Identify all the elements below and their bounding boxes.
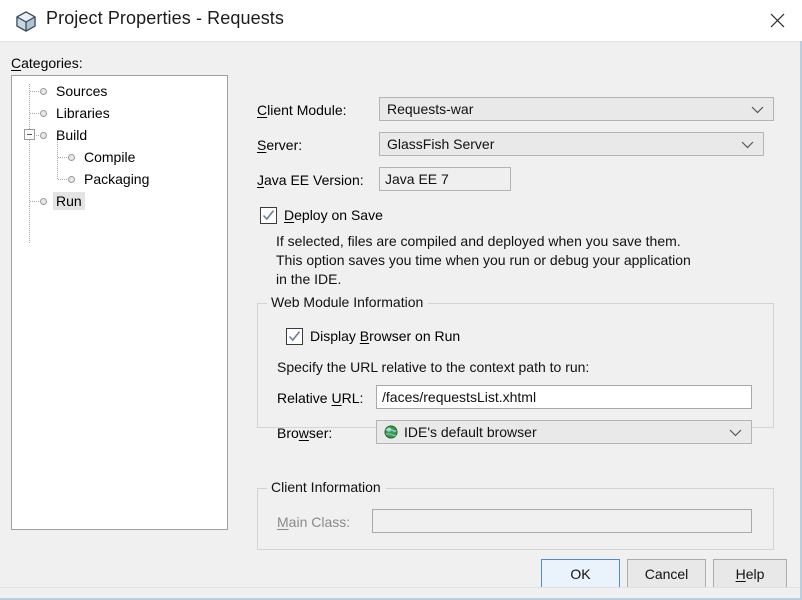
chevron-down-icon <box>741 136 754 152</box>
display-browser-checkbox[interactable] <box>286 328 303 345</box>
tree-item-label: Build <box>56 127 88 143</box>
tree-item-build[interactable]: Build <box>12 124 227 146</box>
relative-url-label: Relative URL: <box>277 390 364 406</box>
tree-node-icon <box>40 109 47 117</box>
client-module-value: Requests-war <box>387 101 474 117</box>
project-cube-icon <box>14 9 38 33</box>
java-ee-version-value: Java EE 7 <box>385 171 449 187</box>
tree-connector <box>30 91 39 92</box>
tree-item-packaging[interactable]: Packaging <box>12 168 227 190</box>
java-ee-version-label: Java EE Version: <box>257 172 364 188</box>
tree-collapse-icon[interactable] <box>24 129 35 140</box>
cancel-button[interactable]: Cancel <box>627 559 706 588</box>
tree-item-label: Run <box>53 192 85 210</box>
client-information-group-title: Client Information <box>267 479 386 495</box>
tree-node-icon <box>68 153 75 161</box>
title-bar: Project Properties - Requests <box>0 0 802 41</box>
settings-pane: Client Module: Requests-war Server: Glas… <box>243 75 788 550</box>
categories-tree[interactable]: Sources Libraries Build Compile Packagin… <box>11 75 228 530</box>
chevron-down-icon <box>751 101 764 117</box>
relative-url-value: /faces/requestsList.xhtml <box>382 389 537 405</box>
globe-icon <box>384 425 398 439</box>
tree-item-label: Sources <box>56 83 108 99</box>
tree-connector <box>30 201 39 202</box>
server-label: Server: <box>257 137 303 153</box>
tree-connector <box>36 135 41 136</box>
ok-button-label: OK <box>570 565 591 582</box>
tree-item-label: Libraries <box>56 105 110 121</box>
chevron-down-icon <box>729 424 742 440</box>
web-module-group-title: Web Module Information <box>267 294 429 310</box>
server-combobox[interactable]: GlassFish Server <box>379 132 764 156</box>
url-hint-text: Specify the URL relative to the context … <box>277 359 590 375</box>
tree-node-icon <box>68 175 75 183</box>
tree-item-run[interactable]: Run <box>12 190 227 212</box>
project-properties-dialog: Project Properties - Requests Categories… <box>0 0 802 600</box>
relative-url-field[interactable]: /faces/requestsList.xhtml <box>376 385 752 409</box>
client-information-group: Client Information Main Class: <box>257 479 774 550</box>
help-button-label: Help <box>735 565 765 582</box>
tree-item-label: Packaging <box>84 171 150 187</box>
client-module-combobox[interactable]: Requests-war <box>379 97 774 121</box>
display-browser-label: Display Browser on Run <box>310 328 461 344</box>
dialog-content: Categories: Sources Libraries Build Comp… <box>0 42 800 550</box>
cancel-button-label: Cancel <box>644 565 689 582</box>
tree-connector <box>58 157 67 158</box>
deploy-on-save-description: If selected, files are compiled and depl… <box>276 233 691 287</box>
main-class-field <box>372 509 752 533</box>
web-module-group: Web Module Information Display Browser o… <box>257 294 774 444</box>
browser-label: Browser: <box>277 425 333 441</box>
tree-item-label: Compile <box>84 149 136 165</box>
server-value: GlassFish Server <box>387 136 495 152</box>
footer-separator <box>0 587 800 588</box>
tree-node-icon <box>40 131 47 139</box>
close-button[interactable] <box>754 0 800 41</box>
deploy-on-save-label: Deploy on Save <box>284 207 383 223</box>
help-button[interactable]: Help <box>713 559 787 588</box>
ok-button[interactable]: OK <box>541 559 620 588</box>
tree-item-libraries[interactable]: Libraries <box>12 102 227 124</box>
categories-label: Categories: <box>11 55 83 71</box>
main-class-label: Main Class: <box>277 514 351 530</box>
browser-value: IDE's default browser <box>404 424 537 440</box>
tree-item-compile[interactable]: Compile <box>12 146 227 168</box>
tree-connector <box>58 179 67 180</box>
client-module-label: Client Module: <box>257 102 347 118</box>
deploy-on-save-checkbox[interactable] <box>260 207 277 224</box>
java-ee-version-field[interactable]: Java EE 7 <box>379 167 511 191</box>
window-title: Project Properties - Requests <box>46 8 284 28</box>
browser-combobox[interactable]: IDE's default browser <box>376 420 752 444</box>
tree-node-icon <box>40 87 47 95</box>
tree-item-sources[interactable]: Sources <box>12 80 227 102</box>
tree-node-icon <box>40 197 47 205</box>
tree-connector <box>30 113 39 114</box>
